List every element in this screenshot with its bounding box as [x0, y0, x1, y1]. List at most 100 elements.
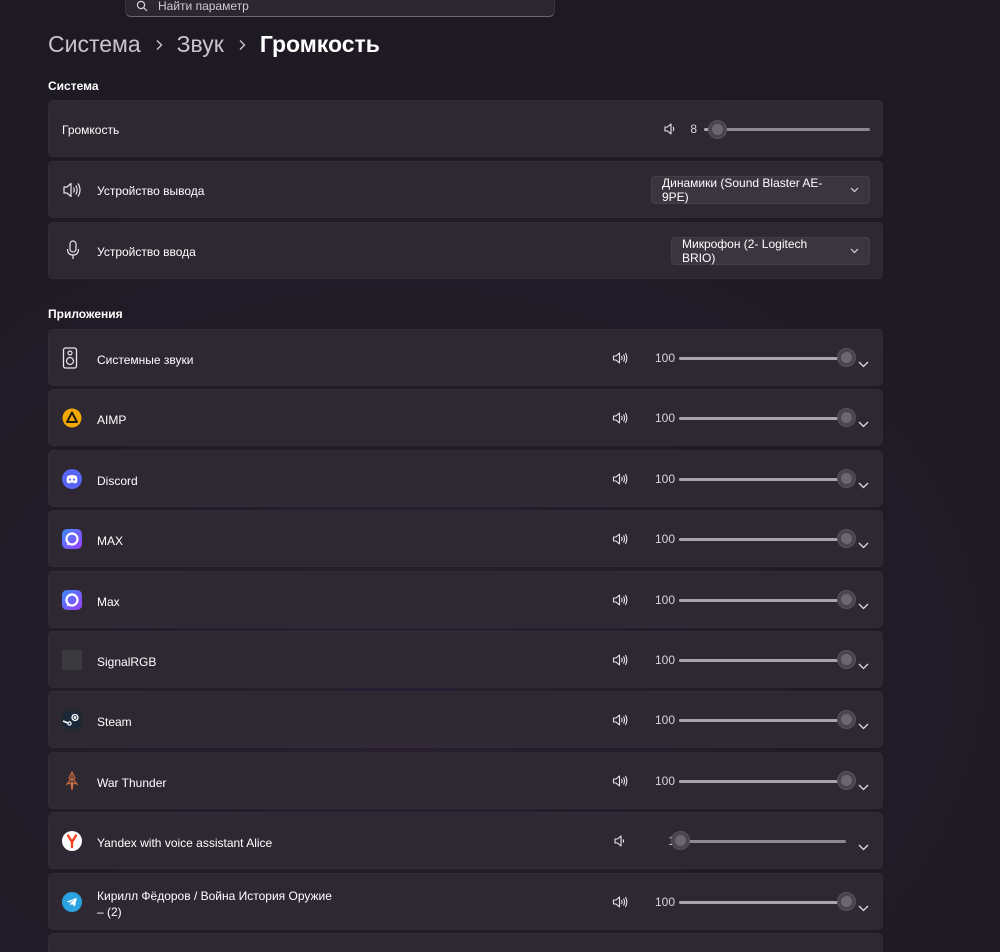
app-name: Steam [97, 715, 132, 729]
app-row[interactable]: Max 100 [48, 571, 883, 628]
app-row[interactable]: SignalRGB 100 [48, 631, 883, 688]
slider-fill [679, 538, 846, 541]
app-volume-value: 100 [654, 532, 675, 546]
yandex-icon [62, 831, 82, 856]
slider-fill [679, 357, 846, 360]
speaker-icon [62, 181, 82, 204]
app-volume-thumb[interactable] [837, 590, 856, 609]
master-volume-thumb[interactable] [708, 120, 727, 139]
chevron-down-icon [850, 187, 859, 193]
output-device-dropdown[interactable]: Динамики (Sound Blaster AE-9PE) [651, 176, 870, 204]
chevron-down-icon[interactable] [858, 476, 869, 494]
slider-fill [679, 719, 846, 722]
app-name: Кирилл Фёдоров / Война История Оружие – … [97, 889, 332, 919]
app-name: War Thunder [97, 776, 167, 790]
breadcrumb-sound[interactable]: Звук [177, 31, 224, 58]
slider-fill [679, 780, 846, 783]
input-device-card[interactable]: Устройство ввода Микрофон (2- Logitech B… [48, 222, 883, 279]
master-volume-card: Громкость 8 [48, 100, 883, 157]
chevron-down-icon[interactable] [858, 355, 869, 373]
app-volume-thumb[interactable] [837, 892, 856, 911]
app-volume-slider[interactable] [679, 659, 846, 662]
app-name: MAX [97, 534, 124, 548]
app-volume-value: 100 [654, 472, 675, 486]
app-volume-value: 1 [639, 834, 675, 848]
volume-low-icon[interactable] [663, 122, 677, 141]
volume-full-icon[interactable] [612, 713, 628, 732]
app-volume-thumb[interactable] [837, 469, 856, 488]
war-thunder-icon [62, 770, 82, 796]
volume-low-icon[interactable] [613, 834, 627, 853]
volume-full-icon[interactable] [612, 472, 628, 491]
volume-full-icon[interactable] [612, 895, 628, 914]
output-device-value: Динамики (Sound Blaster AE-9PE) [662, 176, 823, 204]
app-volume-value: 100 [654, 895, 675, 909]
app-row[interactable]: Discord 100 [48, 450, 883, 507]
volume-full-icon[interactable] [612, 351, 628, 370]
app-row[interactable]: Steam 100 [48, 691, 883, 748]
input-device-label: Устройство ввода [97, 245, 196, 259]
breadcrumb-system[interactable]: Система [48, 31, 141, 58]
app-volume-slider[interactable] [679, 478, 846, 481]
app-volume-slider[interactable] [679, 780, 846, 783]
chevron-down-icon[interactable] [858, 536, 869, 554]
volume-full-icon[interactable] [612, 532, 628, 551]
input-device-dropdown[interactable]: Микрофон (2- Logitech BRIO) [671, 237, 870, 265]
search-box[interactable]: Найти параметр [125, 0, 555, 17]
app-volume-slider[interactable] [679, 599, 846, 602]
volume-full-icon[interactable] [612, 411, 628, 430]
chevron-down-icon[interactable] [858, 838, 869, 856]
microphone-icon [66, 240, 80, 265]
partial-card [48, 933, 883, 952]
app-volume-slider[interactable] [679, 901, 846, 904]
app-volume-slider[interactable] [679, 719, 846, 722]
section-title-system: Система [48, 79, 99, 93]
master-volume-slider[interactable] [704, 128, 870, 131]
slider-fill [679, 659, 846, 662]
search-icon [136, 0, 148, 11]
app-volume-thumb[interactable] [837, 348, 856, 367]
chevron-down-icon[interactable] [858, 597, 869, 615]
telegram-icon [62, 892, 82, 917]
app-name: AIMP [97, 413, 127, 427]
app-volume-thumb[interactable] [837, 771, 856, 790]
app-row[interactable]: MAX 100 [48, 510, 883, 567]
chevron-down-icon[interactable] [858, 717, 869, 735]
app-volume-thumb[interactable] [837, 650, 856, 669]
app-volume-thumb[interactable] [671, 831, 690, 850]
volume-full-icon[interactable] [612, 593, 628, 612]
volume-full-icon[interactable] [612, 653, 628, 672]
app-volume-thumb[interactable] [837, 529, 856, 548]
app-row[interactable]: War Thunder 100 [48, 752, 883, 809]
app-volume-thumb[interactable] [837, 710, 856, 729]
signalrgb-icon [62, 650, 82, 675]
app-row[interactable]: Системные звуки 100 [48, 329, 883, 386]
app-row[interactable]: Кирилл Фёдоров / Война История Оружие – … [48, 873, 883, 930]
chevron-right-icon [155, 39, 163, 51]
search-input[interactable]: Найти параметр [158, 0, 249, 13]
page-title: Громкость [259, 31, 380, 57]
chevron-down-icon[interactable] [858, 657, 869, 675]
app-volume-value: 100 [654, 713, 675, 727]
chevron-down-icon[interactable] [858, 899, 869, 917]
app-name: Max [97, 595, 120, 609]
volume-full-icon[interactable] [612, 774, 628, 793]
app-volume-value: 100 [654, 653, 675, 667]
app-row[interactable]: Yandex with voice assistant Alice 1 [48, 812, 883, 869]
app-volume-thumb[interactable] [837, 408, 856, 427]
chevron-down-icon[interactable] [858, 778, 869, 796]
slider-fill [679, 901, 846, 904]
app-volume-slider[interactable] [679, 417, 846, 420]
app-name: Системные звуки [97, 353, 194, 367]
app-volume-value: 100 [654, 593, 675, 607]
max-icon [62, 529, 82, 554]
output-device-card[interactable]: Устройство вывода Динамики (Sound Blaste… [48, 161, 883, 218]
chevron-down-icon[interactable] [858, 415, 869, 433]
app-volume-slider[interactable] [679, 840, 846, 843]
app-volume-slider[interactable] [679, 357, 846, 360]
app-volume-value: 100 [654, 411, 675, 425]
chevron-right-icon [238, 39, 246, 51]
app-volume-slider[interactable] [679, 538, 846, 541]
app-row[interactable]: AIMP 100 [48, 389, 883, 446]
slider-fill [679, 478, 846, 481]
